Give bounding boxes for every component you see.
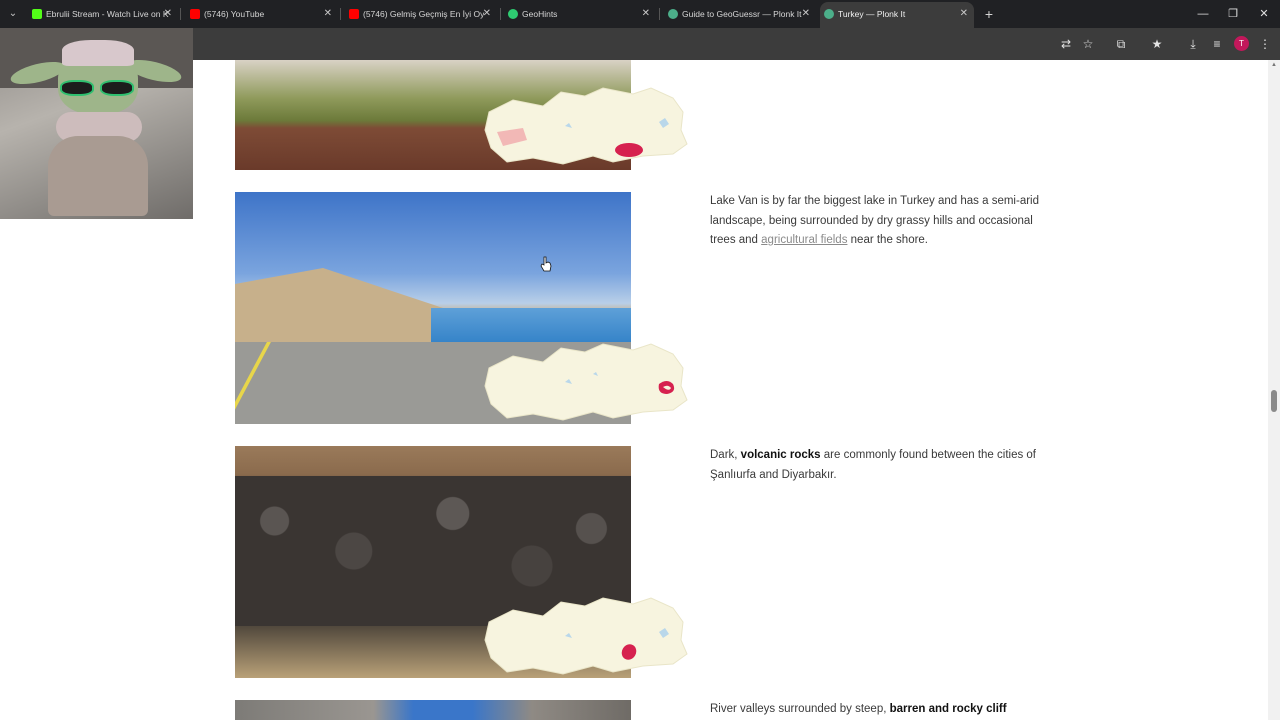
agricultural-fields-link[interactable]: agricultural fields xyxy=(761,234,847,246)
description-volcanic-rocks: Dark, volcanic rocks are commonly found … xyxy=(710,446,1040,485)
bookmarks-icon[interactable]: ★ xyxy=(1148,35,1166,53)
description-river-valleys: River valleys surrounded by steep, barre… xyxy=(710,700,1040,720)
desc-text: near the shore. xyxy=(847,234,929,246)
tab-geohints[interactable]: GeoHints ✕ xyxy=(504,0,656,28)
plonkit-favicon-icon xyxy=(668,9,678,19)
close-tab-icon[interactable]: ✕ xyxy=(164,0,172,28)
profile-avatar[interactable]: T xyxy=(1234,36,1249,51)
tab-title: Turkey — Plonk It xyxy=(838,9,906,19)
close-tab-icon[interactable]: ✕ xyxy=(802,0,810,28)
figure-body xyxy=(48,136,148,216)
close-tab-icon[interactable]: ✕ xyxy=(960,2,968,26)
desc-text: River valleys surrounded by steep, xyxy=(710,703,890,715)
turkey-region-map xyxy=(483,82,689,168)
plonkit-favicon-icon xyxy=(824,9,834,19)
tab-plonkit-guide[interactable]: Guide to GeoGuessr — Plonk It ✕ xyxy=(664,0,816,28)
tab-separator xyxy=(659,8,660,20)
tab-separator xyxy=(340,8,341,20)
scrollbar-thumb[interactable] xyxy=(1271,390,1277,412)
hill xyxy=(235,268,455,348)
close-window-button[interactable]: ✕ xyxy=(1249,0,1279,28)
turkey-region-map xyxy=(483,338,689,424)
kick-favicon-icon xyxy=(32,9,42,19)
new-tab-button[interactable]: + xyxy=(982,5,996,23)
turkey-map-icon xyxy=(484,343,688,421)
tab-title: (5746) Gelmiş Geçmiş En İyi Oy xyxy=(363,9,485,19)
hand-cursor-icon xyxy=(540,256,552,272)
tab-youtube[interactable]: (5746) YouTube ✕ xyxy=(186,0,338,28)
volcanic-rocks-emphasis: volcanic rocks xyxy=(740,449,821,461)
tab-title: (5746) YouTube xyxy=(204,9,265,19)
close-tab-icon[interactable]: ✕ xyxy=(324,0,332,28)
youtube-favicon-icon xyxy=(190,9,200,19)
desc-text: Dark, xyxy=(710,449,741,461)
menu-icon[interactable]: ⋮ xyxy=(1256,35,1274,53)
download-icon[interactable]: ⤓ xyxy=(1184,35,1202,53)
tab-kick-stream[interactable]: Ebrulii Stream - Watch Live on K ✕ xyxy=(28,0,178,28)
barren-cliff-emphasis: barren and rocky cliff xyxy=(889,703,1007,715)
extensions-icon[interactable]: ⧉ xyxy=(1112,35,1130,53)
youtube-favicon-icon xyxy=(349,9,359,19)
close-tab-icon[interactable]: ✕ xyxy=(642,0,650,28)
tab-youtube-video[interactable]: (5746) Gelmiş Geçmiş En İyi Oy ✕ xyxy=(345,0,497,28)
geohints-favicon-icon xyxy=(508,9,518,19)
figure-hat xyxy=(62,40,134,66)
turkey-map-icon xyxy=(484,597,688,675)
tab-separator xyxy=(500,8,501,20)
media-icon[interactable]: ≡ xyxy=(1208,35,1226,53)
translate-icon[interactable]: ⇄ xyxy=(1057,35,1075,53)
minimize-button[interactable]: — xyxy=(1188,0,1218,28)
turkey-region-map xyxy=(483,592,689,678)
tab-title: Guide to GeoGuessr — Plonk It xyxy=(682,9,802,19)
restore-button[interactable]: ❐ xyxy=(1218,0,1248,28)
scroll-up-arrow-icon[interactable]: ▲ xyxy=(1271,62,1277,68)
sunglasses-icon xyxy=(58,80,136,96)
tab-title: GeoHints xyxy=(522,9,558,19)
star-icon[interactable]: ☆ xyxy=(1079,35,1097,53)
streetview-photo-river-valley xyxy=(235,700,631,720)
tab-strip: ⌄ Ebrulii Stream - Watch Live on K ✕ (57… xyxy=(0,0,1280,28)
tab-title: Ebrulii Stream - Watch Live on K xyxy=(46,9,169,19)
tab-plonkit-turkey[interactable]: Turkey — Plonk It ✕ xyxy=(820,2,974,28)
tab-separator xyxy=(180,8,181,20)
close-tab-icon[interactable]: ✕ xyxy=(483,0,491,28)
description-lake-van: Lake Van is by far the biggest lake in T… xyxy=(710,192,1040,251)
tab-search-icon[interactable]: ⌄ xyxy=(4,5,22,23)
webcam-overlay xyxy=(0,28,193,219)
turkey-map-icon xyxy=(484,87,688,165)
